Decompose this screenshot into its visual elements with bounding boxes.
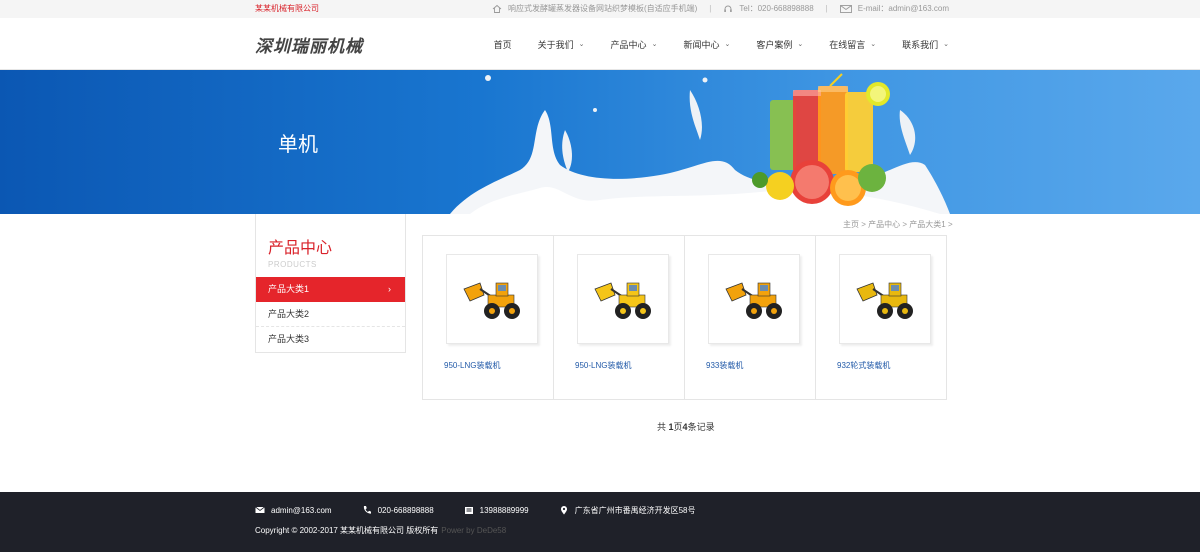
copyright-text: Copyright © 2002-2017 某某机械有限公司 版权所有 <box>255 526 439 535</box>
sidebar-item-category-2[interactable]: 产品大类2 <box>256 302 405 327</box>
sidebar-item-label: 产品大类2 <box>268 309 310 319</box>
category-sidebar: 产品中心 PRODUCTS 产品大类1 › 产品大类2 产品大类3 <box>255 214 406 353</box>
pager-suffix: 条记录 <box>687 422 715 432</box>
chevron-down-icon: ⌄ <box>724 41 731 48</box>
footer-mobile: 13988889999 <box>464 505 529 515</box>
page-banner: 单机 <box>0 70 1200 214</box>
nav-label: 产品中心 <box>610 39 647 50</box>
wheel-loader-image <box>856 282 913 319</box>
product-card[interactable]: 933装载机 <box>684 235 816 400</box>
juice-splash-illustration <box>450 73 950 214</box>
divider: | <box>709 4 712 13</box>
sidebar-item-category-3[interactable]: 产品大类3 <box>256 327 405 352</box>
product-name[interactable]: 933装载机 <box>706 360 743 371</box>
nav-label: 客户案例 <box>756 39 793 50</box>
product-name[interactable]: 950-LNG装载机 <box>575 360 631 371</box>
sidebar-header: 产品中心 PRODUCTS <box>256 214 405 277</box>
site-logo[interactable]: 深圳瑞丽机械 <box>255 32 363 57</box>
divider: | <box>825 4 828 13</box>
nav-label: 关于我们 <box>537 39 574 50</box>
company-name: 某某机械有限公司 <box>255 4 319 13</box>
sidebar-title: 产品中心 <box>268 240 333 257</box>
breadcrumb-separator: > <box>902 220 908 229</box>
footer-email-text[interactable]: admin@163.com <box>271 506 332 515</box>
product-grid: 950-LNG装载机 950-LNG装载机 933装载机 932轮式装载机 <box>422 235 949 400</box>
product-name[interactable]: 932轮式装载机 <box>837 360 890 371</box>
footer: admin@163.com 020-668898888 13988889999 … <box>0 492 1200 552</box>
wheel-loader-image <box>725 282 782 319</box>
product-thumbnail[interactable] <box>708 254 800 344</box>
nav-message[interactable]: 在线留言 ⌄ <box>829 38 876 51</box>
headset-icon <box>724 5 733 12</box>
pager-prefix: 共 <box>657 422 669 432</box>
nav-label: 新闻中心 <box>683 39 720 50</box>
chevron-right-icon: › <box>388 284 391 294</box>
pager-mid: 页 <box>673 422 683 432</box>
pagination-info: 共 1页4条记录 <box>657 420 715 433</box>
breadcrumb-home[interactable]: 主页 <box>843 220 859 229</box>
mail-icon <box>839 5 852 13</box>
sidebar-item-category-1[interactable]: 产品大类1 › <box>256 277 405 302</box>
footer-address: 广东省广州市番禺经济开发区58号 <box>559 505 696 516</box>
main-content: 产品中心 PRODUCTS 产品大类1 › 产品大类2 产品大类3 主页 > 产… <box>0 214 1200 492</box>
power-by-link[interactable]: Power by DeDe58 <box>441 526 506 535</box>
banner-title: 单机 <box>278 134 318 156</box>
footer-phone-text: 020-668898888 <box>377 505 434 515</box>
footer-address-text: 广东省广州市番禺经济开发区58号 <box>574 505 696 515</box>
footer-mobile-text: 13988889999 <box>479 505 529 515</box>
chevron-down-icon: ⌄ <box>651 41 658 48</box>
top-phone: Tel：020-668898888 <box>739 4 814 13</box>
header: 深圳瑞丽机械 首页 关于我们 ⌄ 产品中心 ⌄ 新闻中心 ⌄ 客户案例 ⌄ 在线留言 ⌄ … <box>0 18 1200 70</box>
sidebar-item-label: 产品大类3 <box>268 334 310 344</box>
product-thumbnail[interactable] <box>577 254 669 344</box>
product-thumbnail[interactable] <box>839 254 931 344</box>
home-icon <box>492 4 502 13</box>
nav-news[interactable]: 新闻中心 ⌄ <box>683 38 730 51</box>
location-pin-icon <box>560 506 567 515</box>
breadcrumb-level2[interactable]: 产品大类1 <box>909 220 945 229</box>
sidebar-subtitle: PRODUCTS <box>268 260 317 269</box>
copyright: Copyright © 2002-2017 某某机械有限公司 版权所有 Power… <box>255 525 949 536</box>
nav-contact[interactable]: 联系我们 ⌄ <box>902 38 949 51</box>
product-thumbnail[interactable] <box>446 254 538 344</box>
top-email[interactable]: E-mail：admin@163.com <box>858 0 949 18</box>
main-nav: 首页 关于我们 ⌄ 产品中心 ⌄ 新闻中心 ⌄ 客户案例 ⌄ 在线留言 ⌄ 联系我们 ⌄ <box>468 38 949 51</box>
breadcrumb-level1[interactable]: 产品中心 <box>868 220 900 229</box>
chevron-down-icon: ⌄ <box>578 41 585 48</box>
chevron-down-icon: ⌄ <box>943 41 949 48</box>
wheel-loader-image <box>594 282 651 319</box>
mail-icon <box>255 506 265 513</box>
wheel-loader-image <box>463 282 520 319</box>
footer-phone: 020-668898888 <box>362 505 434 515</box>
nav-about[interactable]: 关于我们 ⌄ <box>538 38 585 51</box>
chevron-down-icon: ⌄ <box>797 41 804 48</box>
product-name[interactable]: 950-LNG装载机 <box>444 360 500 371</box>
breadcrumb: 主页 > 产品中心 > 产品大类1 > <box>843 219 953 230</box>
nav-home[interactable]: 首页 <box>494 38 512 51</box>
nav-label: 首页 <box>493 39 512 50</box>
nav-label: 联系我们 <box>902 39 939 50</box>
phone-icon <box>363 506 371 514</box>
nav-label: 在线留言 <box>829 39 866 50</box>
fax-icon <box>464 507 473 514</box>
product-card[interactable]: 950-LNG装载机 <box>422 235 554 400</box>
product-card[interactable]: 932轮式装载机 <box>815 235 947 400</box>
sidebar-item-label: 产品大类1 <box>268 284 310 294</box>
nav-products[interactable]: 产品中心 ⌄ <box>611 38 658 51</box>
top-bar: 某某机械有限公司 响应式发酵罐蒸发器设备网站织梦模板(自适应手机端) | Tel… <box>0 0 1200 18</box>
breadcrumb-separator: > <box>947 220 953 229</box>
chevron-down-icon: ⌄ <box>870 41 877 48</box>
product-card[interactable]: 950-LNG装载机 <box>553 235 685 400</box>
breadcrumb-separator: > <box>861 220 866 229</box>
site-slogan: 响应式发酵罐蒸发器设备网站织梦模板(自适应手机端) <box>507 4 698 13</box>
footer-email: admin@163.com <box>255 505 332 515</box>
nav-cases[interactable]: 客户案例 ⌄ <box>756 38 803 51</box>
